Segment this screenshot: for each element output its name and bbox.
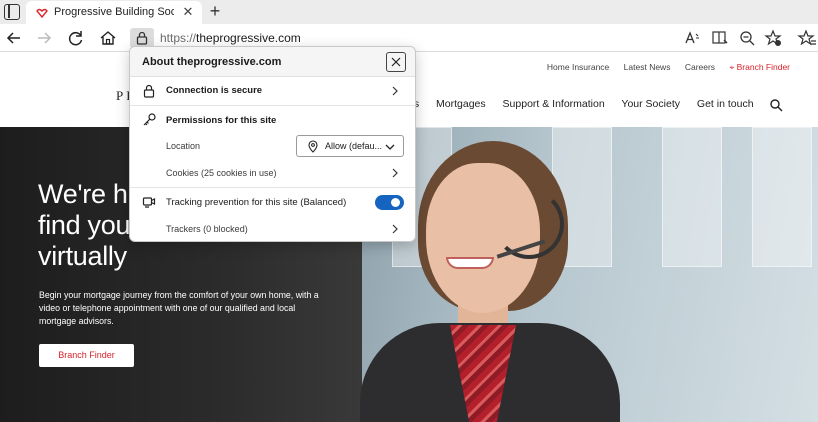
location-pin-icon: ⌖ <box>729 62 735 72</box>
url-host: theprogressive.com <box>196 31 301 45</box>
popup-title: About theprogressive.com <box>142 56 282 68</box>
chevron-right-icon <box>392 168 398 178</box>
location-permission-select[interactable]: Allow (defau... <box>296 135 404 157</box>
nav-item-mortgages[interactable]: Mortgages <box>436 98 486 110</box>
progressive-logo-icon <box>36 8 48 18</box>
key-icon <box>143 113 156 126</box>
forward-icon[interactable] <box>34 28 54 48</box>
lock-icon <box>143 84 155 98</box>
tracking-prevention-toggle[interactable] <box>375 195 404 210</box>
location-permission-value: Allow (defau... <box>325 141 383 151</box>
tab-close-icon[interactable]: ✕ <box>180 4 196 20</box>
tab-title: Progressive Building Society - M <box>54 6 174 18</box>
nav-item-support[interactable]: Support & Information <box>503 98 605 110</box>
popup-header: About theprogressive.com <box>130 47 415 77</box>
url-protocol: https:// <box>160 31 197 45</box>
permissions-heading: Permissions for this site <box>166 115 277 126</box>
search-icon[interactable] <box>769 98 783 112</box>
chevron-down-icon <box>385 144 395 150</box>
read-aloud-icon[interactable] <box>683 28 703 48</box>
hero-paragraph: Begin your mortgage journey from the com… <box>39 290 319 326</box>
close-icon <box>391 57 401 67</box>
location-pin-icon <box>308 140 318 153</box>
home-icon[interactable] <box>98 28 118 48</box>
refresh-icon[interactable] <box>66 28 86 48</box>
tracking-label: Tracking prevention for this site (Balan… <box>166 197 347 208</box>
advisor-smile <box>446 257 494 269</box>
favorites-icon[interactable] <box>797 28 817 48</box>
browser-tab[interactable]: Progressive Building Society - M ✕ <box>26 1 202 24</box>
connection-label: Connection is secure <box>166 85 263 96</box>
branch-finder-button[interactable]: Branch Finder <box>39 344 134 367</box>
add-favorite-icon[interactable] <box>763 28 783 48</box>
top-links: Home Insurance Latest News Careers ⌖ Bra… <box>535 62 790 73</box>
link-home-insurance[interactable]: Home Insurance <box>547 62 609 72</box>
location-label: Location <box>166 141 201 151</box>
zoom-icon[interactable] <box>737 28 757 48</box>
popup-divider <box>130 187 415 188</box>
trackers-label: Trackers (0 blocked) <box>166 224 248 234</box>
link-branch-finder[interactable]: ⌖ Branch Finder <box>729 62 790 72</box>
link-careers[interactable]: Careers <box>685 62 715 72</box>
cookies-row[interactable]: Cookies (25 cookies in use) <box>130 159 415 185</box>
url-text[interactable]: https://theprogressive.com <box>160 31 301 45</box>
connection-row[interactable]: Connection is secure <box>130 77 415 105</box>
site-info-button[interactable] <box>130 28 154 48</box>
trackers-row[interactable]: Trackers (0 blocked) <box>130 215 415 241</box>
site-info-popup: About theprogressive.com Connection is s… <box>129 46 416 242</box>
lock-icon <box>136 31 148 45</box>
popup-divider <box>130 105 415 106</box>
main-nav: gs Mortgages Support & Information Your … <box>408 98 768 110</box>
tracking-prevention-icon <box>142 197 156 208</box>
tab-actions-icon[interactable] <box>4 4 20 20</box>
link-latest-news[interactable]: Latest News <box>624 62 671 72</box>
chevron-right-icon <box>392 224 398 234</box>
new-tab-button[interactable]: + <box>206 2 224 21</box>
chevron-right-icon <box>392 86 398 96</box>
nav-item-get-in-touch[interactable]: Get in touch <box>697 98 754 110</box>
popup-close-button[interactable] <box>386 52 406 72</box>
nav-item-your-society[interactable]: Your Society <box>621 98 680 110</box>
cookies-label: Cookies (25 cookies in use) <box>166 168 277 178</box>
immersive-reader-icon[interactable] <box>710 28 730 48</box>
tab-strip: Progressive Building Society - M ✕ + <box>0 0 818 24</box>
back-icon[interactable] <box>4 28 24 48</box>
